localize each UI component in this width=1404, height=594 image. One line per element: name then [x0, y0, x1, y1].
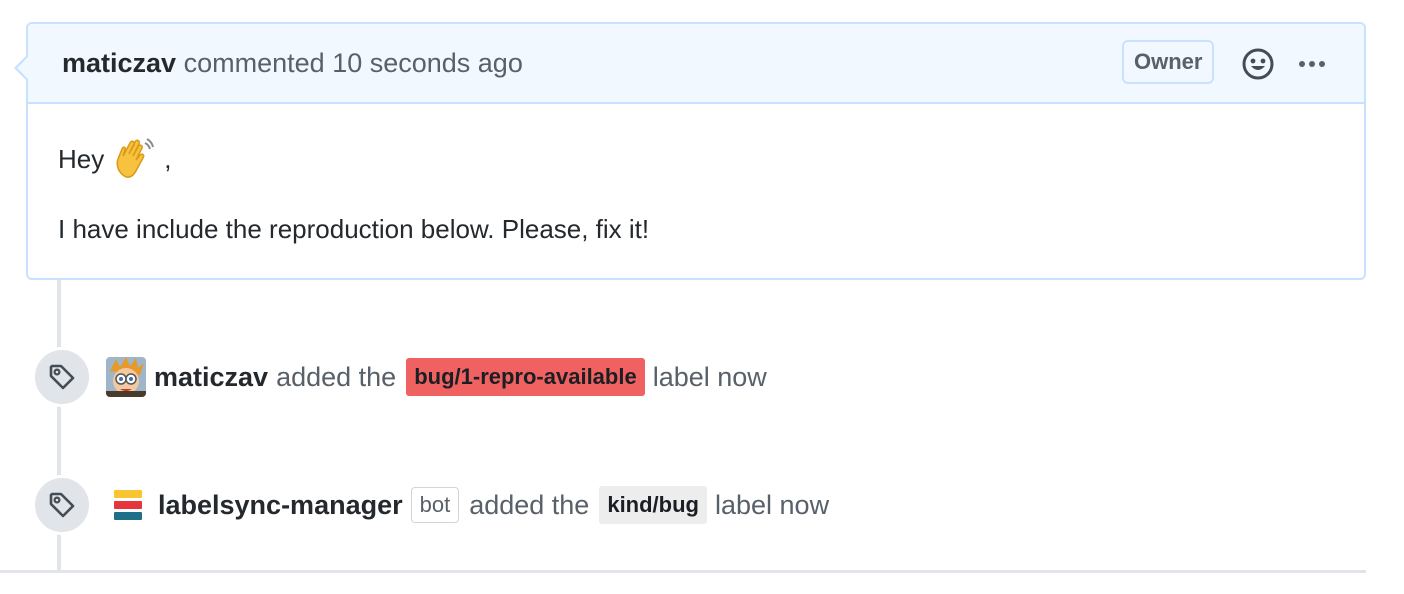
event-action-text: added the [276, 361, 397, 392]
comment-paragraph: I have include the reproduction below. P… [58, 214, 650, 244]
comment-box: maticzav commented 10 seconds ago Owner [14, 22, 1366, 280]
kebab-horizontal-icon [1299, 61, 1325, 67]
smiley-icon [1242, 48, 1274, 80]
add-reaction-button[interactable] [1240, 46, 1276, 82]
event-badge [32, 347, 92, 407]
comment-greeting: Hey [58, 144, 105, 174]
comment-greeting-line: Hey , [58, 136, 1334, 182]
label-kind-bug[interactable]: kind/bug [599, 486, 707, 524]
tag-icon [49, 364, 75, 390]
owner-badge: Owner [1122, 40, 1215, 84]
comment-action-text: commented [183, 48, 325, 78]
labeled-event: maticzav added the bug/1-repro-available… [106, 355, 767, 399]
comment-author-link[interactable]: maticzav [62, 48, 176, 78]
event-suffix-text: label now [652, 361, 767, 392]
event-badge [32, 475, 92, 535]
timeline-divider [0, 570, 1366, 573]
comment-meta: maticzav commented 10 seconds ago [62, 48, 523, 78]
comment-greeting-suffix: , [164, 144, 172, 174]
comment-body: Hey , I have include the reproduction be… [58, 136, 1334, 246]
event-actor-link[interactable]: labelsync-manager [158, 490, 403, 521]
issue-timeline: maticzav commented 10 seconds ago Owner [0, 0, 1404, 594]
event-actor-link[interactable]: maticzav [154, 362, 268, 393]
bot-badge: bot [410, 487, 460, 523]
label-bug-repro-available[interactable]: bug/1-repro-available [406, 358, 645, 396]
comment-options-button[interactable] [1294, 46, 1330, 82]
comment-timestamp-link[interactable]: 10 seconds ago [332, 48, 523, 78]
event-action-text: added the [469, 489, 590, 520]
waving-hand-icon [116, 138, 155, 178]
tag-icon [49, 492, 75, 518]
labelsync-logo-icon[interactable] [112, 488, 144, 522]
event-suffix-text: label now [714, 489, 830, 520]
comment-pointer [14, 54, 29, 82]
comment-header: maticzav commented 10 seconds ago Owner [28, 24, 1364, 104]
labeled-event: labelsync-manager bot added the kind/bug… [106, 483, 829, 527]
avatar[interactable] [106, 357, 146, 397]
